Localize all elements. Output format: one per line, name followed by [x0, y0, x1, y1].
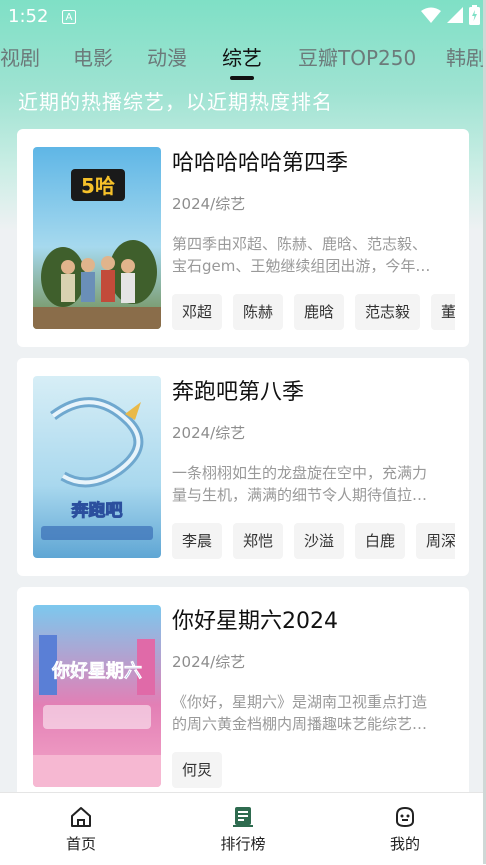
- show-meta: 2024/综艺: [172, 653, 246, 671]
- wifi-icon: [421, 7, 441, 23]
- cast-chip[interactable]: 邓超: [172, 294, 223, 330]
- home-icon: [71, 807, 91, 827]
- svg-text:奔跑吧: 奔跑吧: [71, 500, 123, 521]
- cast-chip[interactable]: 鹿晗: [294, 294, 345, 330]
- cast-chips: 何炅: [172, 752, 455, 790]
- cast-chips: 邓超 陈赫 鹿晗 范志毅 董: [172, 294, 455, 332]
- tab-variety[interactable]: 综艺: [222, 42, 262, 71]
- show-title: 奔跑吧第八季: [172, 380, 305, 405]
- tab-anime[interactable]: 动漫: [147, 42, 187, 71]
- nav-profile[interactable]: 我的: [365, 805, 445, 854]
- battery-icon: [469, 5, 480, 25]
- active-tab-indicator: [230, 76, 254, 80]
- show-poster[interactable]: 你好星期六: [33, 605, 161, 787]
- show-poster[interactable]: 5哈: [33, 147, 161, 329]
- ranking-icon: [233, 807, 253, 827]
- bottom-navigation: 首页 排行榜 我的: [0, 792, 486, 865]
- show-meta: 2024/综艺: [172, 424, 246, 442]
- cast-chip[interactable]: 郑恺: [233, 523, 284, 559]
- nav-ranking[interactable]: 排行榜: [203, 805, 283, 854]
- cast-chip[interactable]: 沙溢: [294, 523, 345, 559]
- show-description: 一条栩栩如生的龙盘旋在空中，充满力 量与生机，满满的细节令人期待值拉…: [172, 464, 428, 504]
- svg-text:5哈: 5哈: [81, 174, 115, 198]
- status-time: 1:52: [8, 6, 49, 27]
- profile-icon: [396, 806, 414, 828]
- show-card[interactable]: 5哈 哈哈哈哈哈第四季 2024/综艺 第四季由邓超、陈赫、鹿晗、范志毅、 宝石g…: [17, 129, 469, 347]
- notification-icon: A: [62, 10, 76, 24]
- cast-chip[interactable]: 李晨: [172, 523, 223, 559]
- tab-douban-top250[interactable]: 豆瓣TOP250: [298, 42, 416, 71]
- tab-korean-drama[interactable]: 韩剧: [446, 42, 486, 71]
- show-meta: 2024/综艺: [172, 195, 246, 213]
- show-card[interactable]: 奔跑吧 奔跑吧第八季 2024/综艺 一条栩栩如生的龙盘旋在空中，充满力 量与生机…: [17, 358, 469, 576]
- status-icons: [421, 5, 480, 25]
- nav-home[interactable]: 首页: [41, 805, 121, 854]
- tab-movies[interactable]: 电影: [73, 42, 113, 71]
- show-description: 《你好，星期六》是湖南卫视重点打造 的周六黄金档棚内周播趣味艺能综艺…: [172, 693, 428, 733]
- cast-chip[interactable]: 周深: [416, 523, 455, 559]
- status-bar: 1:52 A: [0, 0, 486, 34]
- svg-text:你好星期六: 你好星期六: [51, 660, 142, 682]
- show-card[interactable]: 你好星期六 你好星期六2024 2024/综艺 《你好，星期六》是湖南卫视重点打…: [17, 587, 469, 805]
- cast-chips: 李晨 郑恺 沙溢 白鹿 周深: [172, 523, 455, 561]
- show-poster[interactable]: 奔跑吧: [33, 376, 161, 558]
- cast-chip[interactable]: 白鹿: [355, 523, 406, 559]
- page-subtitle: 近期的热播综艺，以近期热度排名: [18, 90, 333, 114]
- cast-chip[interactable]: 董: [431, 294, 455, 330]
- cast-chip[interactable]: 陈赫: [233, 294, 284, 330]
- tab-tv-series[interactable]: 视剧: [0, 42, 40, 71]
- cast-chip[interactable]: 何炅: [172, 752, 223, 788]
- signal-icon: [447, 7, 463, 23]
- show-title: 你好星期六2024: [172, 609, 338, 634]
- show-title: 哈哈哈哈哈第四季: [172, 151, 349, 176]
- show-description: 第四季由邓超、陈赫、鹿晗、范志毅、 宝石gem、王勉继续组团出游，今年…: [172, 235, 431, 275]
- cast-chip[interactable]: 范志毅: [355, 294, 421, 330]
